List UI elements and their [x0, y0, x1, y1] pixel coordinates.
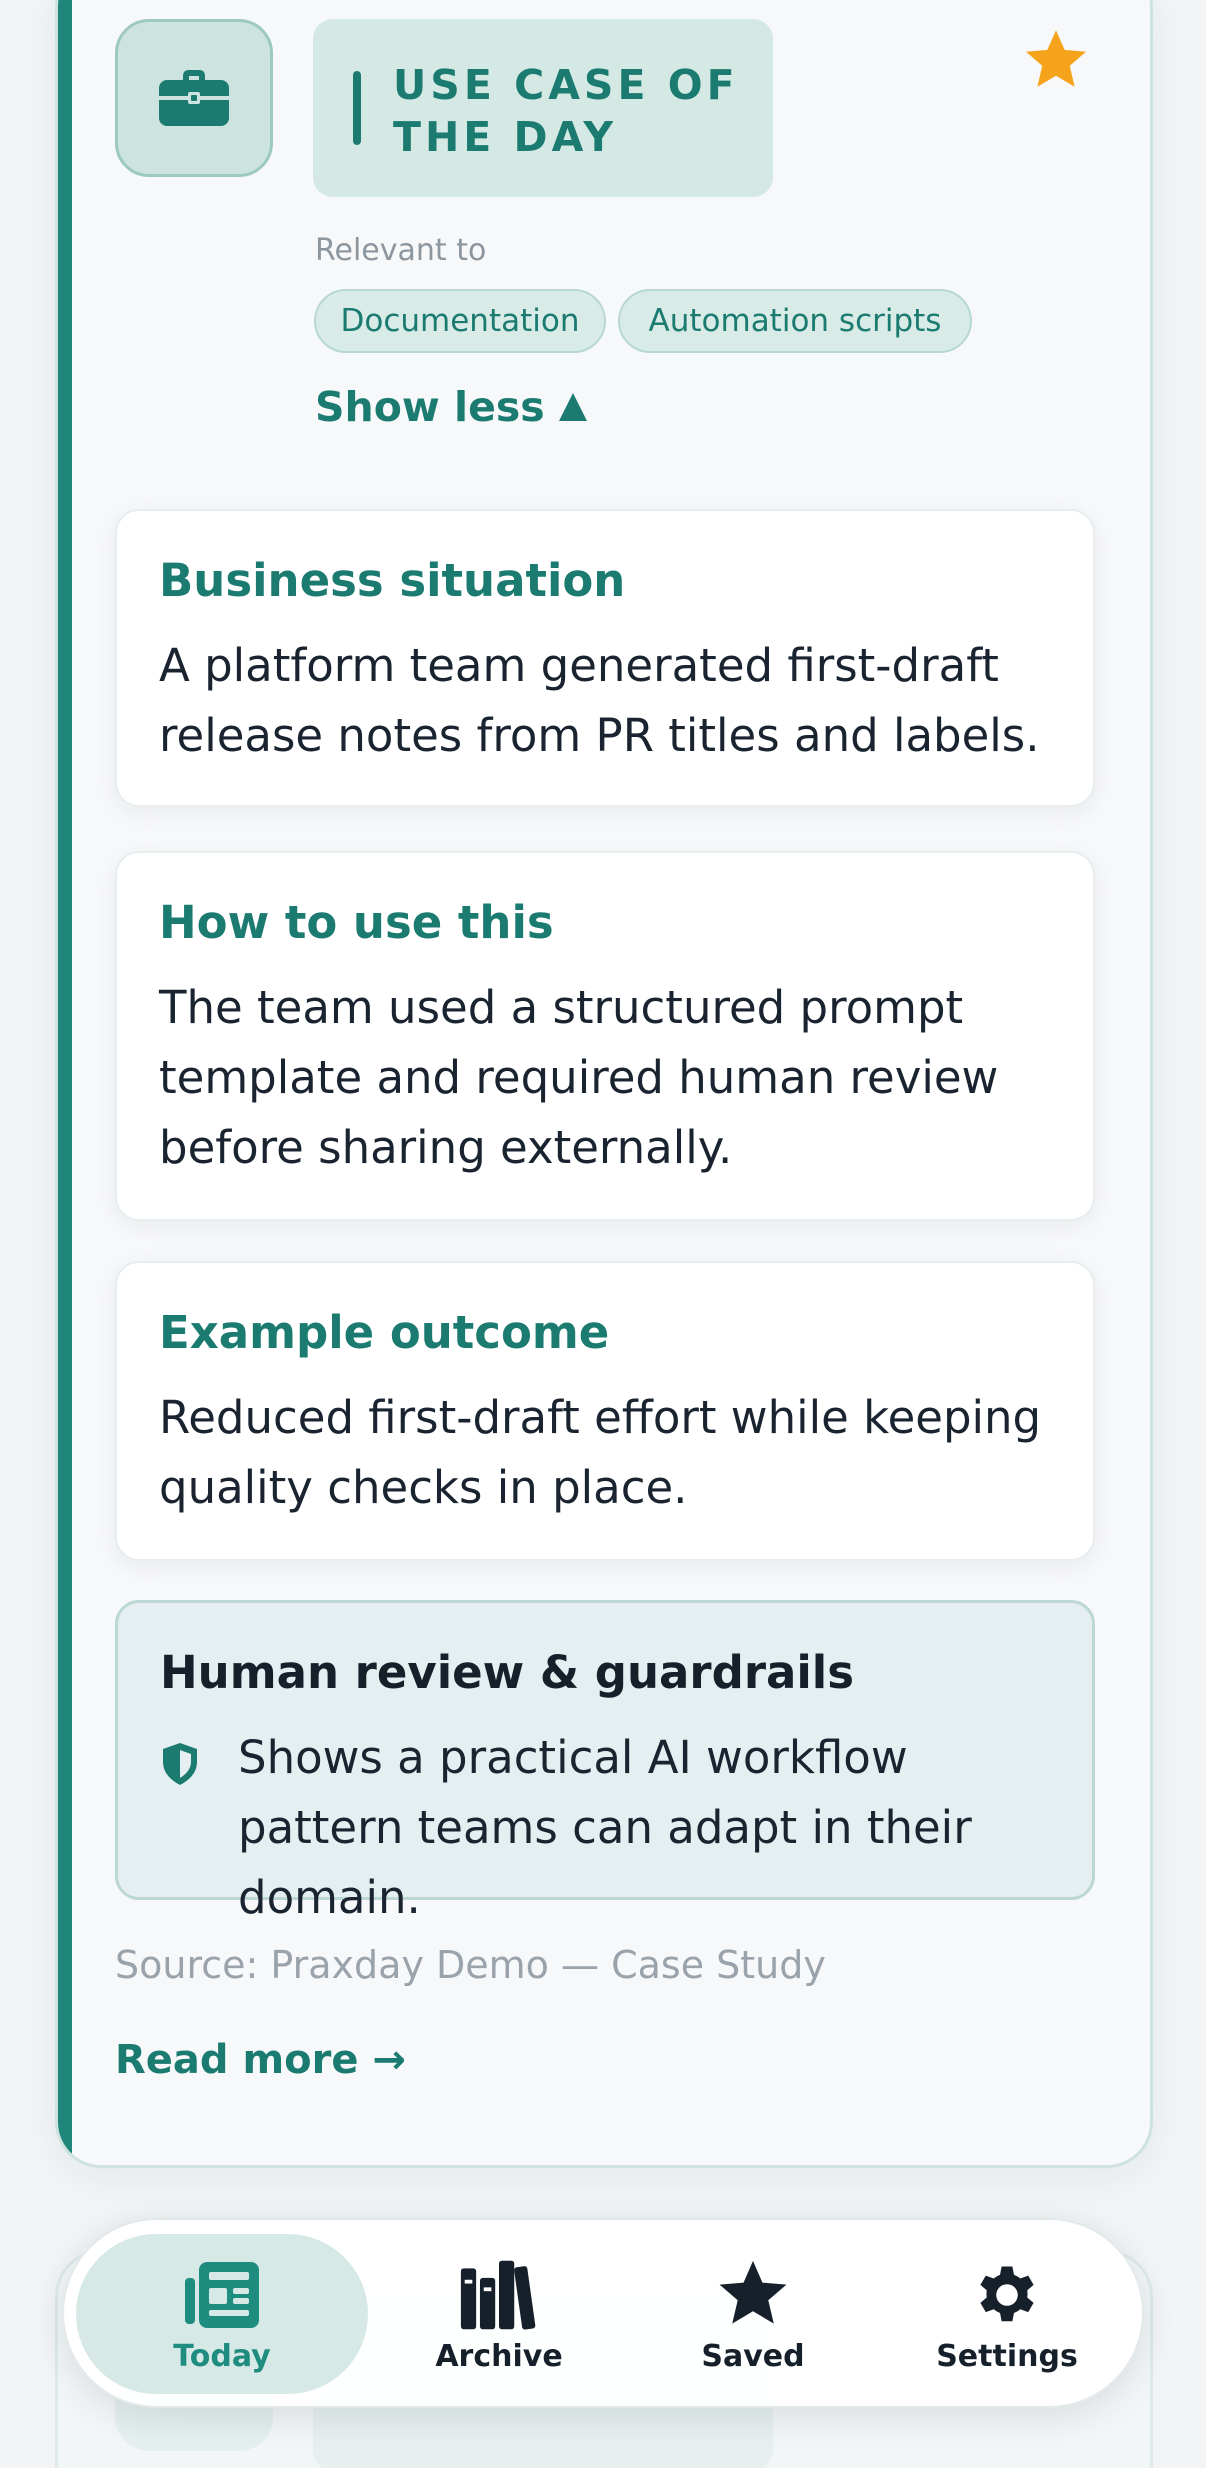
example-outcome-section: Example outcome Reduced first-draft effo…: [115, 1261, 1095, 1561]
tab-saved[interactable]: Saved: [638, 2234, 868, 2394]
section-body: The team used a structured prompt templa…: [159, 981, 999, 1174]
guardrails-body: Shows a practical AI workflow pattern te…: [238, 1731, 972, 1924]
bottom-tab-bar: Today Archive Saved Settings: [62, 2218, 1144, 2408]
section-title: Business situation: [159, 554, 626, 607]
read-more-link[interactable]: Read more →: [115, 2037, 406, 2083]
tab-archive[interactable]: Archive: [384, 2234, 614, 2394]
tab-settings[interactable]: Settings: [892, 2234, 1122, 2394]
tag-documentation[interactable]: Documentation: [314, 289, 606, 353]
app-screen: USE CASE OF THE DAY Relevant to Document…: [0, 0, 1206, 2468]
how-to-use-section: How to use this The team used a structur…: [115, 851, 1095, 1221]
section-title: How to use this: [159, 896, 554, 949]
card-type-label: USE CASE OF THE DAY: [313, 19, 773, 197]
star-icon: [713, 2255, 793, 2335]
tab-label: Today: [173, 2338, 271, 2374]
section-body: Reduced first-draft effort while keeping…: [159, 1391, 1042, 1514]
newspaper-icon: [182, 2255, 262, 2335]
briefcase-icon: [159, 70, 229, 126]
tab-label: Saved: [701, 2338, 805, 2374]
caret-up-icon: [558, 393, 587, 421]
tab-label: Settings: [936, 2338, 1078, 2374]
gear-icon: [967, 2255, 1047, 2335]
section-title: Example outcome: [159, 1306, 610, 1359]
use-case-card: USE CASE OF THE DAY Relevant to Document…: [55, 0, 1153, 2168]
books-icon: [459, 2255, 539, 2335]
section-body: A platform team generated first-draft re…: [159, 639, 1040, 762]
shield-icon: [163, 1743, 197, 1785]
tab-label: Archive: [435, 2338, 563, 2374]
relevant-to-label: Relevant to: [315, 233, 487, 268]
tag-automation-scripts[interactable]: Automation scripts: [618, 289, 972, 353]
category-icon-tile: [115, 19, 273, 177]
source-citation: Source: Praxday Demo — Case Study: [115, 1943, 826, 1987]
label-accent-bar: [353, 71, 361, 145]
show-less-label: Show less: [315, 383, 545, 431]
business-situation-section: Business situation A platform team gener…: [115, 509, 1095, 807]
card-type-text: USE CASE OF THE DAY: [393, 61, 739, 161]
guardrails-title: Human review & guardrails: [160, 1646, 855, 1699]
guardrails-section: Human review & guardrails Shows a practi…: [115, 1600, 1095, 1924]
tab-today[interactable]: Today: [76, 2234, 368, 2394]
star-icon[interactable]: [1020, 25, 1092, 97]
card-accent-bar: [58, 0, 72, 2165]
show-less-toggle[interactable]: Show less: [315, 383, 587, 431]
